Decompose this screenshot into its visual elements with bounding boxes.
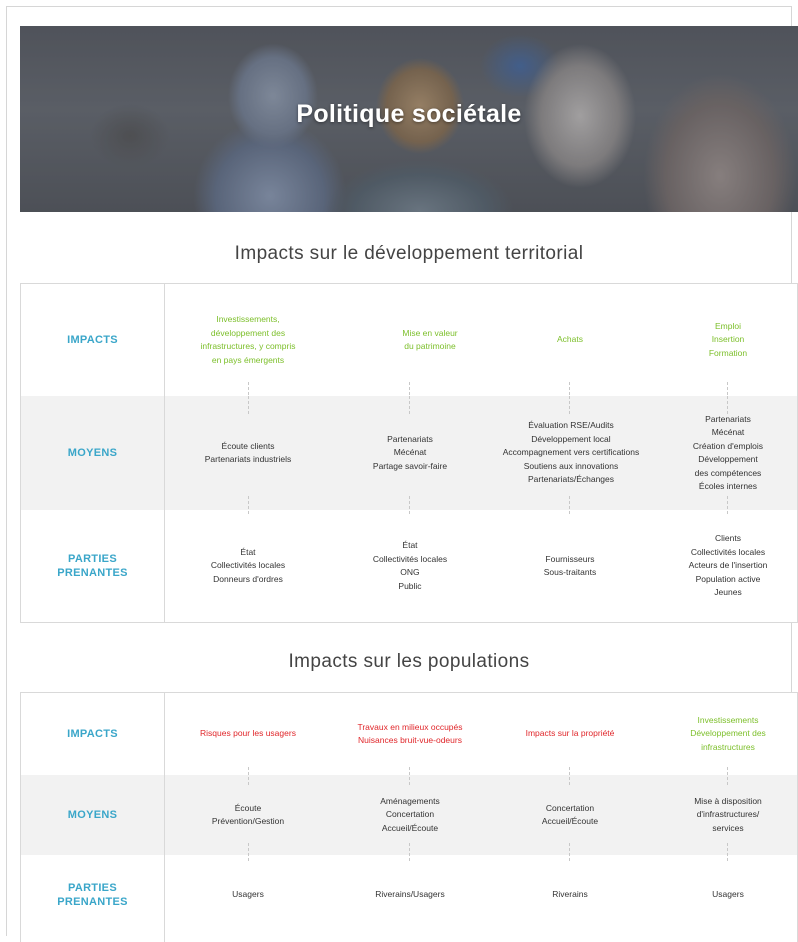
partie-cell: Usagers bbox=[232, 889, 264, 900]
section-heading-territorial: Impacts sur le développement territorial bbox=[234, 243, 584, 264]
partie-cell: Riverains/Usagers bbox=[375, 889, 445, 900]
partie-cell: Clients Collectivités locales Acteurs de… bbox=[688, 533, 768, 598]
dashed-connector bbox=[409, 767, 410, 785]
row-label-parties: PARTIES PRENANTES bbox=[57, 553, 128, 579]
impact-cell: Investissements Développement des infras… bbox=[690, 714, 766, 752]
table-populations: IMPACTS Risques pour les usagers Travaux… bbox=[20, 692, 798, 942]
dashed-connector bbox=[727, 767, 728, 785]
impact-cell: Impacts sur la propriété bbox=[525, 728, 615, 739]
row-moyens: MOYENS Écoute clients Partenariats indus… bbox=[21, 396, 797, 514]
dashed-connector bbox=[727, 396, 728, 414]
impact-cell: Travaux en milieux occupés Nuisances bru… bbox=[357, 721, 463, 746]
moyen-cell: Aménagements Concertation Accueil/Écoute bbox=[380, 795, 440, 833]
table-territorial: IMPACTS Investissements, développement d… bbox=[20, 283, 798, 623]
row-label-impacts: IMPACTS bbox=[67, 334, 118, 346]
dashed-connector bbox=[248, 396, 249, 414]
column-divider bbox=[164, 693, 165, 942]
impact-cell: Achats bbox=[557, 334, 583, 345]
impact-cell: Investissements, développement des infra… bbox=[200, 314, 296, 365]
moyen-cell: Évaluation RSE/Audits Développement loca… bbox=[502, 420, 640, 485]
row-impacts: IMPACTS Risques pour les usagers Travaux… bbox=[21, 693, 797, 775]
row-parties: PARTIES PRENANTES État Collectivités loc… bbox=[21, 510, 797, 622]
moyen-cell: Concertation Accueil/Écoute bbox=[541, 802, 599, 827]
dashed-connector bbox=[409, 396, 410, 414]
row-label-impacts: IMPACTS bbox=[67, 728, 118, 740]
partie-cell: État Collectivités locales ONG Public bbox=[372, 540, 448, 591]
moyen-cell: Mise à disposition d'infrastructures/ se… bbox=[694, 795, 762, 833]
partie-cell: État Collectivités locales Donneurs d'or… bbox=[210, 546, 286, 584]
section-heading-populations: Impacts sur les populations bbox=[288, 651, 530, 672]
row-impacts: IMPACTS Investissements, développement d… bbox=[21, 284, 797, 400]
partie-cell: Usagers bbox=[712, 889, 744, 900]
column-divider bbox=[164, 284, 165, 622]
row-label-moyens: MOYENS bbox=[67, 809, 118, 821]
moyen-cell: Partenariats Mécénat Partage savoir-fair… bbox=[372, 433, 448, 471]
impact-cell: Emploi Insertion Formation bbox=[708, 320, 748, 358]
hero-banner: Politique sociétale bbox=[20, 26, 798, 212]
row-parties: PARTIES PRENANTES Usagers Riverains/Usag… bbox=[21, 855, 797, 935]
moyen-cell: Partenariats Mécénat Création d'emplois … bbox=[692, 413, 764, 492]
dashed-connector bbox=[248, 767, 249, 785]
row-moyens: MOYENS Écoute Prévention/Gestion Aménage… bbox=[21, 767, 797, 861]
impact-cell: Mise en valeur du patrimoine bbox=[402, 327, 458, 352]
row-label-moyens: MOYENS bbox=[67, 447, 118, 459]
impact-cell: Risques pour les usagers bbox=[200, 728, 296, 739]
partie-cell: Fournisseurs Sous-traitants bbox=[543, 553, 597, 578]
partie-cell: Riverains bbox=[552, 889, 588, 900]
row-label-parties: PARTIES PRENANTES bbox=[57, 882, 128, 908]
dashed-connector bbox=[569, 767, 570, 785]
page-title: Politique sociétale bbox=[296, 100, 522, 128]
dashed-connector bbox=[569, 396, 570, 414]
